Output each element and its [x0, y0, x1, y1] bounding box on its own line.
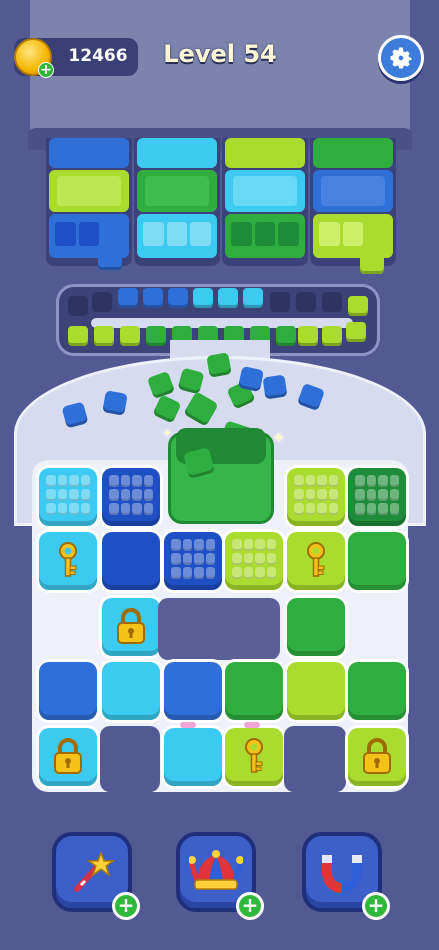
queue-cube-cyan — [243, 288, 263, 308]
connector — [180, 722, 196, 728]
flying-cube — [262, 374, 288, 400]
slab — [313, 138, 393, 168]
key-icon — [59, 542, 77, 577]
padlock-icon — [54, 738, 82, 774]
block-green[interactable] — [225, 662, 283, 720]
magic-wand-icon — [74, 850, 116, 892]
queue-cube-cyan — [193, 288, 213, 308]
add-booster-icon[interactable]: + — [362, 892, 390, 920]
jester-hat-icon — [189, 850, 243, 890]
block-lime-grid[interactable] — [225, 532, 283, 590]
falling-cube — [98, 246, 122, 270]
queue-slot-empty — [92, 292, 112, 312]
slab — [225, 214, 305, 258]
queue-cube-blue — [143, 288, 163, 308]
block-cyan-locked[interactable] — [102, 598, 160, 656]
queue-cube-lime — [348, 296, 368, 316]
add-booster-icon[interactable]: + — [236, 892, 264, 920]
level-title: Level 54 — [163, 40, 277, 68]
sparkle-icon: ✦ — [272, 428, 286, 447]
color-column-cyan[interactable] — [134, 138, 220, 266]
falling-cube — [360, 250, 384, 274]
color-column-green[interactable] — [310, 138, 396, 266]
slab — [49, 138, 129, 168]
settings-button[interactable] — [378, 35, 424, 81]
block-lime-key[interactable] — [225, 728, 283, 786]
block-blue[interactable] — [164, 662, 222, 720]
color-column-lime[interactable] — [222, 138, 308, 266]
slab — [137, 214, 217, 258]
magnet-icon — [322, 855, 362, 893]
queue-cube-blue — [118, 288, 138, 308]
sparkle-icon: ✦ — [162, 426, 173, 440]
flying-cube — [102, 390, 128, 416]
block-cyan-grid[interactable] — [39, 468, 97, 526]
block-lime-grid[interactable] — [287, 468, 345, 526]
slab — [225, 138, 305, 168]
block-green[interactable] — [348, 662, 406, 720]
queue-cube-green — [146, 326, 166, 346]
empty-slot — [158, 598, 280, 660]
slab — [225, 170, 305, 212]
queue-cube-blue — [168, 288, 188, 308]
block-cyan-locked[interactable] — [39, 728, 97, 786]
gear-icon — [390, 47, 412, 69]
slab — [313, 170, 393, 212]
block-lime-locked[interactable] — [348, 728, 406, 786]
block-blue[interactable] — [39, 662, 97, 720]
key-icon — [245, 738, 263, 773]
block-blue-grid[interactable] — [102, 468, 160, 526]
flying-cube — [237, 365, 265, 393]
add-coins-icon[interactable]: + — [38, 62, 54, 78]
add-booster-icon[interactable]: + — [112, 892, 140, 920]
block-cyan[interactable] — [102, 662, 160, 720]
queue-cube-lime — [346, 322, 366, 342]
queue-slot-empty — [322, 292, 342, 312]
queue-cube-lime — [94, 326, 114, 346]
block-cyan-key[interactable] — [39, 532, 97, 590]
block-cyan[interactable] — [164, 728, 222, 786]
block-blue[interactable] — [102, 532, 160, 590]
queue-slot-empty — [270, 292, 290, 312]
queue-cube-lime — [322, 326, 342, 346]
queue-cube-lime — [120, 326, 140, 346]
flying-cube — [206, 352, 232, 378]
slab — [137, 170, 217, 212]
coin-count: 12466 — [68, 46, 128, 66]
block-blue-grid[interactable] — [164, 532, 222, 590]
board-notch — [100, 726, 160, 792]
queue-slot-empty — [68, 296, 88, 316]
board-notch — [284, 726, 346, 792]
queue-cube-cyan — [218, 288, 238, 308]
block-green[interactable] — [287, 598, 345, 656]
connector — [244, 722, 260, 728]
block-green-grid[interactable] — [348, 468, 406, 526]
key-icon — [307, 542, 325, 577]
block-green[interactable] — [348, 532, 406, 590]
queue-slot-empty — [296, 292, 316, 312]
padlock-icon — [363, 738, 391, 774]
padlock-icon — [117, 608, 145, 644]
slab — [49, 170, 129, 212]
queue-cube-green — [276, 326, 296, 346]
block-lime[interactable] — [287, 662, 345, 720]
slab — [137, 138, 217, 168]
queue-cube-lime — [298, 326, 318, 346]
queue-cube-lime — [68, 326, 88, 346]
block-lime-key[interactable] — [287, 532, 345, 590]
